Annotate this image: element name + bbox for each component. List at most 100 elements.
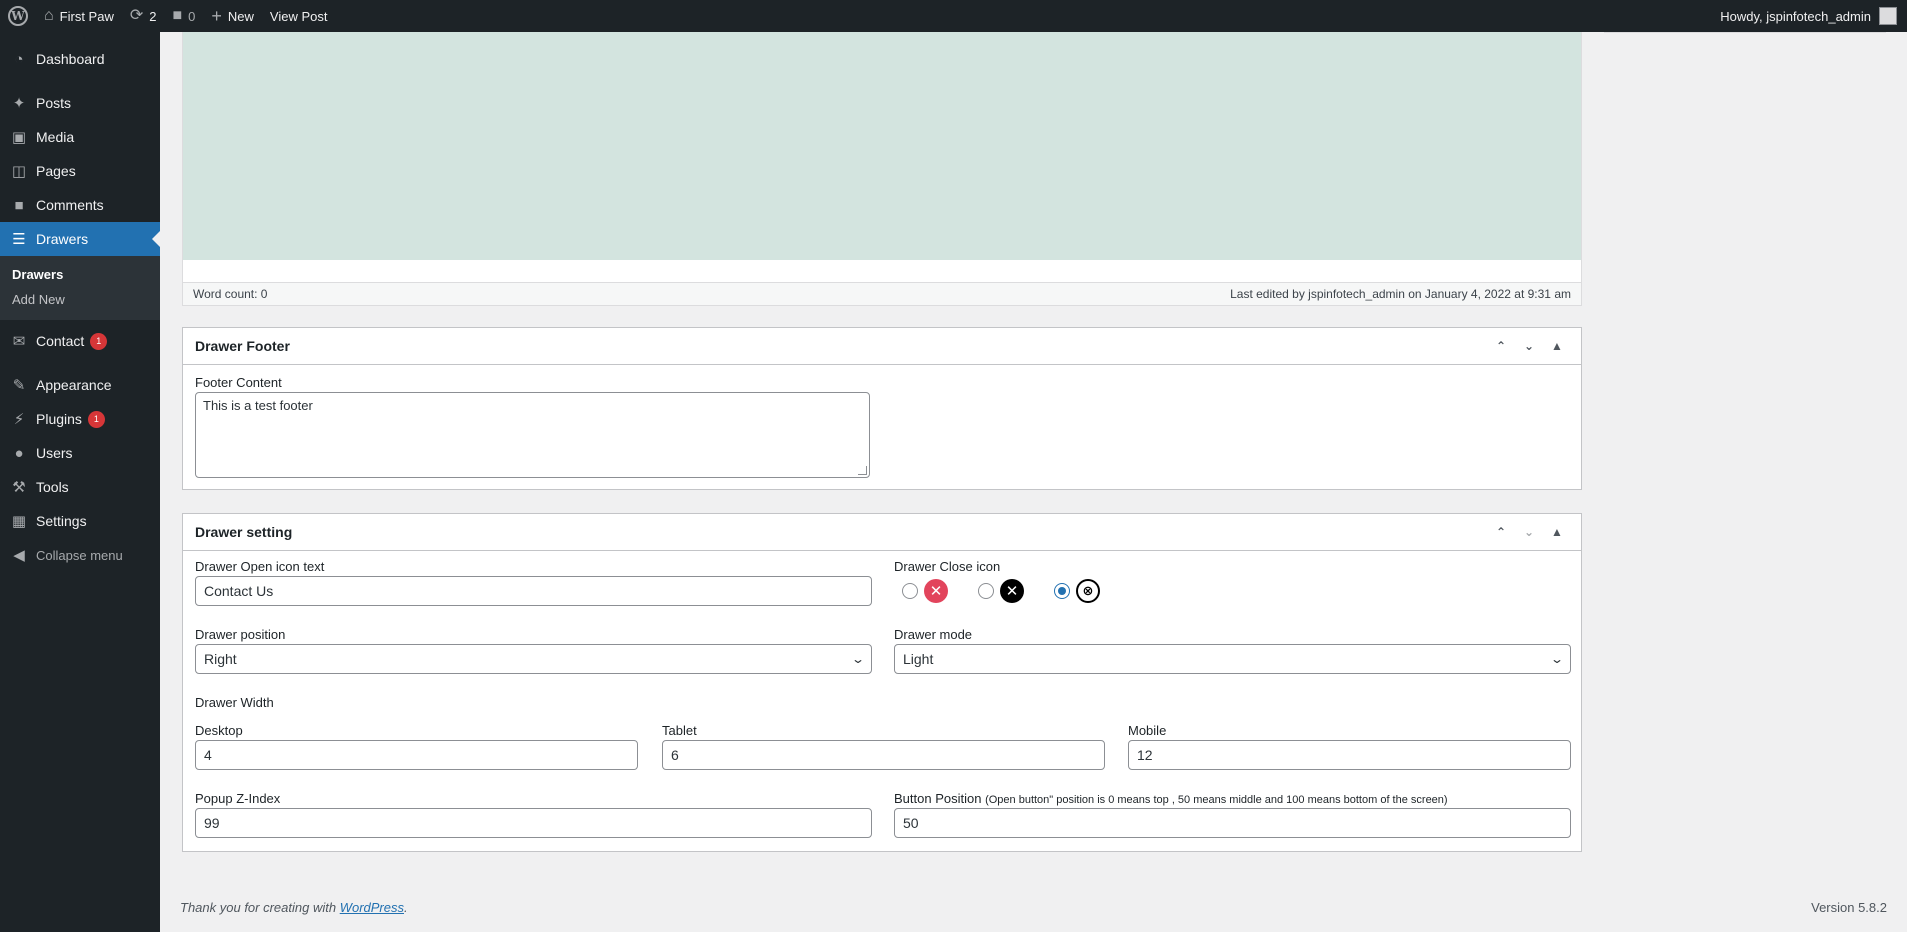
sidebar-box-edge (1604, 32, 1886, 33)
updates-icon: ⟳ (129, 7, 144, 24)
button-position-hint: (Open button" position is 0 means top , … (985, 794, 1448, 806)
comment-icon: ■ (14, 196, 24, 214)
paintbrush-icon: ✎ (12, 377, 26, 394)
admin-bar: W ⌂ First Paw ⟳ 2 ■ 0 + New View Post Ho… (0, 0, 1907, 32)
submenu-item-drawers[interactable]: Drawers (0, 262, 160, 287)
close-outline-circle-icon: ⊗ (1076, 579, 1100, 603)
footer-content-textarea[interactable]: This is a test footer (195, 392, 870, 478)
plug-icon: ⚡ (13, 411, 25, 428)
view-post-label: View Post (269, 8, 328, 24)
metabox-title: Drawer setting (195, 524, 293, 540)
media-icon: ▣ (11, 129, 27, 146)
sidebar-item-label: Settings (36, 513, 87, 529)
home-icon: ⌂ (44, 7, 54, 24)
site-name-link[interactable]: ⌂ First Paw (36, 0, 122, 32)
sidebar-item-label: Plugins (36, 411, 82, 427)
version-text: Version 5.8.2 (1811, 900, 1887, 915)
last-edited: Last edited by jspinfotech_admin on Janu… (1230, 287, 1571, 301)
sidebar-item-label: Media (36, 129, 75, 145)
move-up-icon[interactable]: ⌃ (1489, 520, 1513, 544)
sidebar-item-label: Users (36, 445, 73, 461)
sidebar-item-plugins[interactable]: ⚡ Plugins 1 (0, 402, 160, 436)
user-icon: ● (14, 444, 24, 462)
sidebar-item-label: Comments (36, 197, 104, 213)
position-selected-value: Right (204, 651, 237, 667)
zindex-label: Popup Z-Index (195, 791, 281, 806)
position-select[interactable]: Right ⌄ (195, 644, 872, 674)
admin-footer: Thank you for creating with WordPress. V… (180, 900, 1887, 915)
tablet-label: Tablet (662, 723, 697, 738)
wordpress-link[interactable]: WordPress (340, 900, 404, 915)
comments-count: 0 (188, 8, 196, 24)
mode-select[interactable]: Light ⌄ (894, 644, 1571, 674)
chevron-down-icon: ⌄ (850, 652, 866, 666)
tablet-width-input[interactable]: 6 (662, 740, 1105, 770)
editor-bottom-padding (182, 260, 1582, 282)
sidebar-item-label: Dashboard (36, 51, 105, 67)
close-icon-radio-3[interactable] (1054, 583, 1070, 599)
sidebar-item-label: Drawers (36, 231, 89, 247)
close-icon-radio-2[interactable] (978, 583, 994, 599)
sidebar-item-pages[interactable]: ◫ Pages (0, 154, 160, 188)
metabox-header: Drawer setting ⌃ ⌄ ▲ (183, 514, 1581, 551)
close-icon-radio-1[interactable] (902, 583, 918, 599)
envelope-icon: ✉ (12, 333, 26, 350)
sidebar-item-media[interactable]: ▣ Media (0, 120, 160, 154)
sidebar-item-comments[interactable]: ■ Comments (0, 188, 160, 222)
open-icon-text-label: Drawer Open icon text (195, 559, 325, 574)
mobile-width-input[interactable]: 12 (1128, 740, 1571, 770)
chevron-down-icon: ⌄ (1549, 652, 1565, 666)
settings-icon: ▦ (11, 513, 27, 530)
move-down-icon[interactable]: ⌄ (1517, 520, 1541, 544)
submenu-item-add-new[interactable]: Add New (0, 287, 160, 312)
move-up-icon[interactable]: ⌃ (1489, 334, 1513, 358)
wp-logo-menu[interactable]: W (0, 0, 36, 32)
mode-selected-value: Light (903, 651, 934, 667)
sidebar-item-posts[interactable]: ✦ Posts (0, 86, 160, 120)
contact-count-badge: 1 (90, 332, 108, 350)
zindex-input[interactable]: 99 (195, 808, 872, 838)
collapse-menu-button[interactable]: ◀ Collapse menu (0, 538, 160, 572)
close-icon-label: Drawer Close icon (894, 559, 1001, 574)
site-name: First Paw (59, 8, 114, 24)
comments-link[interactable]: ■ 0 (164, 0, 203, 32)
close-icon-options: ✕ ✕ ⊗ (894, 576, 1571, 606)
metabox-title: Drawer Footer (195, 338, 290, 354)
sidebar-item-settings[interactable]: ▦ Settings (0, 504, 160, 538)
plugins-count-badge: 1 (87, 410, 105, 428)
footer-thanks: Thank you for creating with WordPress. (180, 900, 408, 915)
admin-sidebar: ◔ Dashboard ✦ Posts ▣ Media ◫ Pages ■ Co… (0, 32, 160, 932)
button-position-label-text: Button Position (894, 791, 982, 806)
footer-thanks-suffix: . (404, 900, 408, 915)
sidebar-item-tools[interactable]: ⚒ Tools (0, 470, 160, 504)
new-content-link[interactable]: + New (203, 0, 262, 32)
close-red-circle-icon: ✕ (924, 579, 948, 603)
avatar (1879, 7, 1897, 25)
open-icon-text-input[interactable]: Contact Us (195, 576, 872, 606)
my-account-menu[interactable]: Howdy, jspinfotech_admin (1720, 7, 1907, 25)
width-section-label: Drawer Width (195, 695, 274, 710)
pushpin-icon: ✦ (12, 95, 26, 112)
updates-count: 2 (149, 8, 157, 24)
sidebar-item-drawers[interactable]: ☰ Drawers (0, 222, 160, 256)
updates-link[interactable]: ⟳ 2 (122, 0, 165, 32)
sidebar-item-users[interactable]: ● Users (0, 436, 160, 470)
sidebar-item-contact[interactable]: ✉ Contact 1 (0, 324, 160, 358)
move-down-icon[interactable]: ⌄ (1517, 334, 1541, 358)
drawer-icon: ☰ (12, 231, 26, 248)
new-label: New (227, 8, 254, 24)
main-content: Word count: 0 Last edited by jspinfotech… (160, 32, 1907, 932)
editor-canvas[interactable] (182, 32, 1582, 260)
drawer-setting-metabox: Drawer setting ⌃ ⌄ ▲ Drawer Open icon te… (182, 513, 1582, 852)
sidebar-item-appearance[interactable]: ✎ Appearance (0, 368, 160, 402)
collapse-arrow-icon: ◀ (13, 547, 25, 564)
desktop-width-input[interactable]: 4 (195, 740, 638, 770)
sidebar-item-label: Pages (36, 163, 76, 179)
sidebar-item-dashboard[interactable]: ◔ Dashboard (0, 42, 160, 76)
toggle-panel-icon[interactable]: ▲ (1545, 334, 1569, 358)
collapse-menu-label: Collapse menu (36, 547, 123, 563)
editor-status-bar: Word count: 0 Last edited by jspinfotech… (182, 282, 1582, 306)
button-position-input[interactable]: 50 (894, 808, 1571, 838)
view-post-link[interactable]: View Post (262, 0, 336, 32)
toggle-panel-icon[interactable]: ▲ (1545, 520, 1569, 544)
